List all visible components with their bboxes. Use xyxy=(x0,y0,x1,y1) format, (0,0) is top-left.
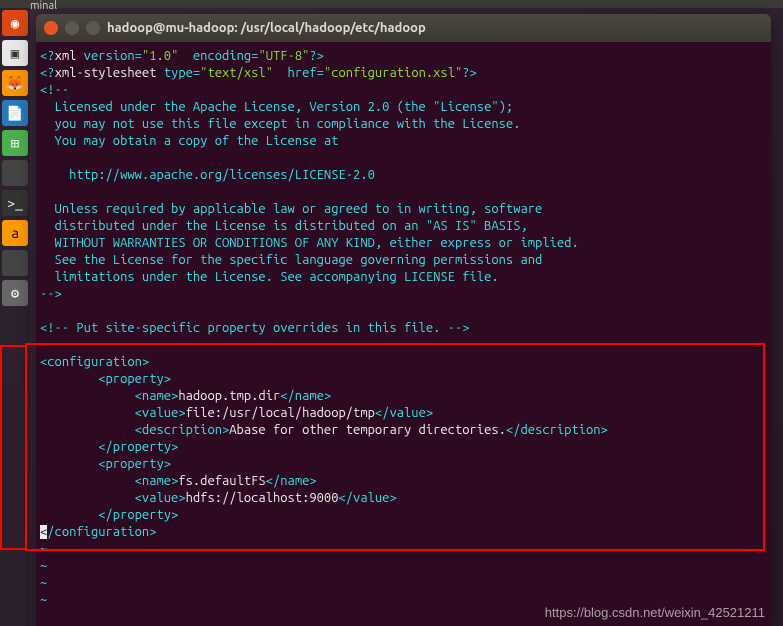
quote: " xyxy=(266,66,273,80)
value-open: <value> xyxy=(135,491,186,505)
close-icon[interactable] xyxy=(44,21,58,35)
terminal-window: hadoop@mu-hadoop: /usr/local/hadoop/etc/… xyxy=(36,14,771,626)
xml-decl-open: <? xyxy=(40,66,55,80)
launcher-calc-icon[interactable]: ⊞ xyxy=(2,130,28,156)
license-line: <!-- xyxy=(40,83,69,97)
prop-open: <property> xyxy=(98,372,171,386)
name-val: hadoop.tmp.dir xyxy=(178,389,280,403)
xml-version-val: 1.0 xyxy=(149,49,171,63)
xml-href-attr: href= xyxy=(273,66,324,80)
name-close: </name> xyxy=(280,389,331,403)
license-line: You may obtain a copy of the License at xyxy=(40,134,338,148)
vim-tilde: ~ xyxy=(40,593,47,607)
xml-encoding-val: UTF-8 xyxy=(266,49,302,63)
name-open: <name> xyxy=(135,389,179,403)
launcher-terminal-icon[interactable]: >_ xyxy=(2,190,28,216)
window-titlebar[interactable]: hadoop@mu-hadoop: /usr/local/hadoop/etc/… xyxy=(36,14,771,42)
window-title: hadoop@mu-hadoop: /usr/local/hadoop/etc/… xyxy=(107,21,426,35)
license-line: WITHOUT WARRANTIES OR CONDITIONS OF ANY … xyxy=(40,236,579,250)
license-line: <!-- Put site-specific property override… xyxy=(40,321,470,335)
config-open: <configuration> xyxy=(40,355,149,369)
launcher-app-icon[interactable] xyxy=(2,160,28,186)
xml-stylesheet-word: xml-stylesheet xyxy=(55,66,157,80)
name-close: </name> xyxy=(266,474,317,488)
vim-tilde: ~ xyxy=(40,576,47,590)
launcher-app-icon[interactable] xyxy=(2,250,28,276)
license-line: http://www.apache.org/licenses/LICENSE-2… xyxy=(40,168,375,182)
launcher-settings-icon[interactable]: ⚙ xyxy=(2,280,28,306)
watermark-text: https://blog.csdn.net/weixin_42521211 xyxy=(545,605,765,620)
quote: " xyxy=(258,49,265,63)
value-close: </value> xyxy=(339,491,397,505)
launcher-files-icon[interactable]: ▣ xyxy=(2,40,28,66)
terminal-content[interactable]: <?xml version="1.0" encoding="UTF-8"?> <… xyxy=(36,42,771,626)
minimize-icon[interactable] xyxy=(65,21,79,35)
stylesheet-type: text/xsl xyxy=(207,66,265,80)
vim-tilde: ~ xyxy=(40,559,47,573)
license-line: limitations under the License. See accom… xyxy=(40,270,499,284)
name-open: <name> xyxy=(135,474,179,488)
prop-close: </property> xyxy=(98,440,178,454)
vim-tilde: ~ xyxy=(40,542,47,556)
value-open: <value> xyxy=(135,406,186,420)
xml-decl-close: ?> xyxy=(309,49,324,63)
desktop-top-bar: minal xyxy=(0,0,783,8)
license-line: Unless required by applicable law or agr… xyxy=(40,202,542,216)
xml-encoding-attr: encoding= xyxy=(178,49,258,63)
launcher-writer-icon[interactable]: 📄 xyxy=(2,100,28,126)
name-val: fs.defaultFS xyxy=(178,474,265,488)
prop-open: <property> xyxy=(98,457,171,471)
unity-launcher: ◉ ▣ 🦊 📄 ⊞ >_ a ⚙ xyxy=(0,8,30,626)
desc-val: Abase for other temporary directories. xyxy=(229,423,506,437)
xml-word: xml xyxy=(55,49,77,63)
license-line: See the License for the specific languag… xyxy=(40,253,542,267)
xml-version-attr: version= xyxy=(76,49,142,63)
license-line: Licensed under the Apache License, Versi… xyxy=(40,100,513,114)
license-line: --> xyxy=(40,287,62,301)
stylesheet-href: configuration.xsl xyxy=(331,66,455,80)
desc-open: <description> xyxy=(135,423,230,437)
launcher-amazon-icon[interactable]: a xyxy=(2,220,28,246)
xml-decl-open: <? xyxy=(40,49,55,63)
value-val: file:/usr/local/hadoop/tmp xyxy=(186,406,375,420)
launcher-ubuntu-icon[interactable]: ◉ xyxy=(2,10,28,36)
value-val: hdfs://localhost:9000 xyxy=(186,491,339,505)
xml-decl-close: ?> xyxy=(462,66,477,80)
license-line: distributed under the License is distrib… xyxy=(40,219,528,233)
license-line: you may not use this file except in comp… xyxy=(40,117,520,131)
xml-type-attr: type= xyxy=(156,66,200,80)
maximize-icon[interactable] xyxy=(86,21,100,35)
launcher-firefox-icon[interactable]: 🦊 xyxy=(2,70,28,96)
value-close: </value> xyxy=(375,406,433,420)
config-close: /configuration> xyxy=(47,525,156,539)
desc-close: </description> xyxy=(506,423,608,437)
prop-close: </property> xyxy=(98,508,178,522)
top-bar-label: minal xyxy=(30,0,57,12)
